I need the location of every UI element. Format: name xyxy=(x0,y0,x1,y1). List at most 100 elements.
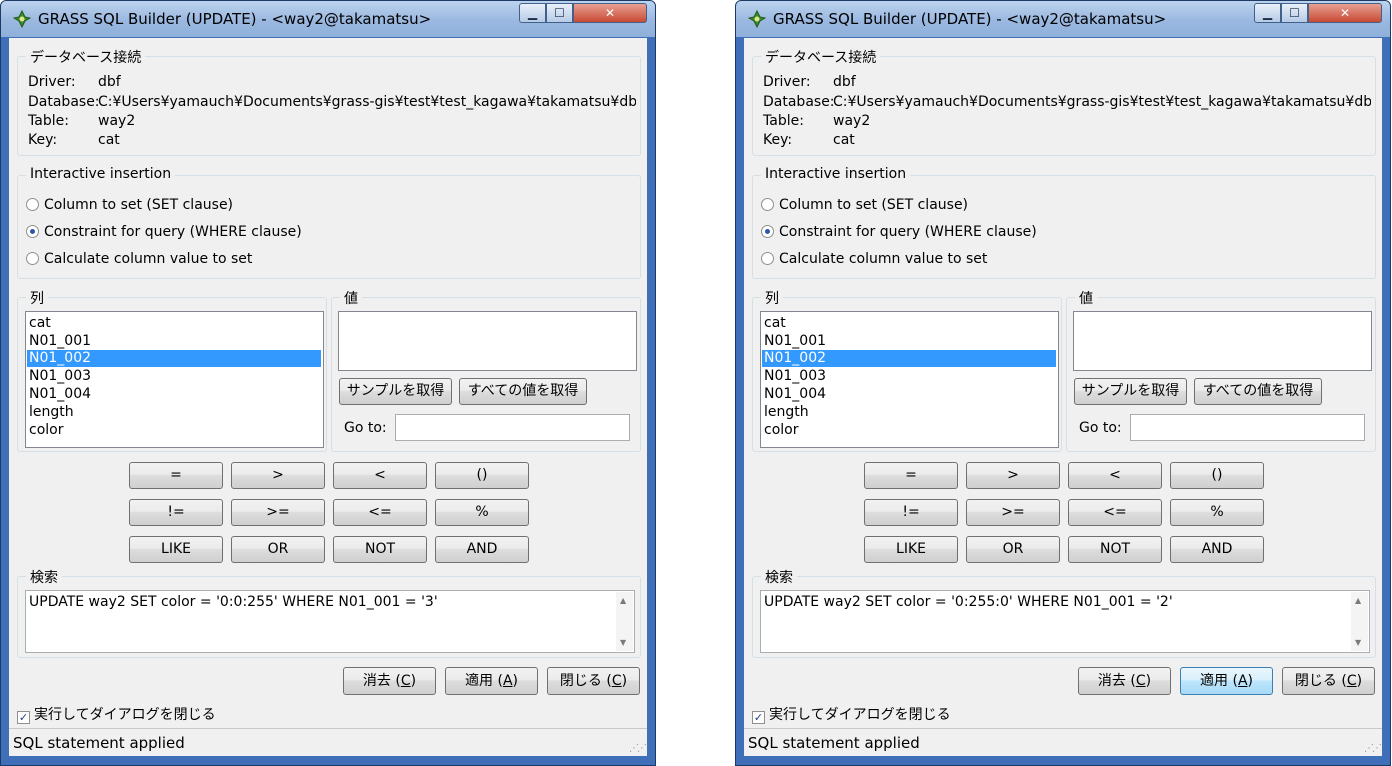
apply-button[interactable]: 適用 (A) xyxy=(1180,667,1273,695)
radio-calculate-value[interactable]: Calculate column value to set xyxy=(761,251,987,267)
op-less-equal-button[interactable]: <= xyxy=(1068,499,1162,526)
radio-where-clause[interactable]: Constraint for query (WHERE clause) xyxy=(761,224,1037,240)
list-item-selected[interactable]: N01_002 xyxy=(27,350,321,367)
radio-calculate-value[interactable]: Calculate column value to set xyxy=(26,251,252,267)
op-greater-equal-button[interactable]: >= xyxy=(966,499,1060,526)
op-or-button[interactable]: OR xyxy=(966,536,1060,563)
radio-button[interactable] xyxy=(26,198,39,211)
minimize-button[interactable]: ▁ xyxy=(1254,3,1281,23)
op-equal-button[interactable]: = xyxy=(864,462,958,489)
group-label: Interactive insertion xyxy=(761,166,911,182)
close-label: 閉じる ( xyxy=(1294,673,1347,689)
op-less-equal-button[interactable]: <= xyxy=(333,499,427,526)
list-item[interactable]: N01_001 xyxy=(764,333,1056,350)
radio-set-clause[interactable]: Column to set (SET clause) xyxy=(26,197,233,213)
values-listbox[interactable] xyxy=(338,311,637,371)
resize-grip-icon[interactable]: ⋰⋰ xyxy=(629,743,647,754)
list-item[interactable]: N01_003 xyxy=(764,368,1056,385)
list-item[interactable]: N01_004 xyxy=(29,386,321,403)
list-item[interactable]: cat xyxy=(29,315,321,332)
op-parens-button[interactable]: () xyxy=(435,462,529,489)
list-item[interactable]: N01_001 xyxy=(29,333,321,350)
op-less-button[interactable]: < xyxy=(333,462,427,489)
grass-leaf-icon xyxy=(13,10,31,28)
close-window-button[interactable]: ✕ xyxy=(573,3,647,23)
radio-set-clause[interactable]: Column to set (SET clause) xyxy=(761,197,968,213)
sql-scrollbar[interactable]: ▲ ▼ xyxy=(1351,592,1368,651)
checkbox-checked-icon[interactable]: ✓ xyxy=(752,711,765,724)
radio-button[interactable] xyxy=(761,252,774,265)
scroll-down-icon[interactable]: ▼ xyxy=(1355,638,1361,647)
clear-button[interactable]: 消去 (C) xyxy=(1078,667,1171,695)
radio-label: Constraint for query (WHERE clause) xyxy=(779,224,1037,240)
op-greater-button[interactable]: > xyxy=(966,462,1060,489)
close-button[interactable]: 閉じる (C) xyxy=(547,667,640,695)
scroll-down-icon[interactable]: ▼ xyxy=(620,638,626,647)
radio-button[interactable] xyxy=(761,225,774,238)
close-after-apply-checkbox[interactable]: ✓ 実行してダイアログを閉じる xyxy=(17,704,216,724)
resize-grip-icon[interactable]: ⋰⋰ xyxy=(1364,743,1382,754)
op-greater-equal-button[interactable]: >= xyxy=(231,499,325,526)
op-and-button[interactable]: AND xyxy=(435,536,529,563)
op-percent-button[interactable]: % xyxy=(1170,499,1264,526)
list-item[interactable]: N01_004 xyxy=(764,386,1056,403)
get-all-values-button[interactable]: すべての値を取得 xyxy=(1194,378,1322,405)
goto-input[interactable] xyxy=(1130,414,1365,441)
op-or-button[interactable]: OR xyxy=(231,536,325,563)
list-item[interactable]: cat xyxy=(764,315,1056,332)
database-value: C:¥Users¥yamauch¥Documents¥grass-gis¥tes… xyxy=(833,94,1371,110)
close-button[interactable]: 閉じる (C) xyxy=(1282,667,1375,695)
radio-button[interactable] xyxy=(26,225,39,238)
goto-input[interactable] xyxy=(395,414,630,441)
op-not-equal-button[interactable]: != xyxy=(129,499,223,526)
maximize-button[interactable]: ☐ xyxy=(1281,3,1308,23)
radio-button[interactable] xyxy=(761,198,774,211)
close-window-button[interactable]: ✕ xyxy=(1308,3,1382,23)
op-not-button[interactable]: NOT xyxy=(333,536,427,563)
op-less-button[interactable]: < xyxy=(1068,462,1162,489)
list-item[interactable]: color xyxy=(764,422,1056,439)
sql-textarea[interactable]: UPDATE way2 SET color = '0:255:0' WHERE … xyxy=(760,590,1370,653)
list-item[interactable]: length xyxy=(764,404,1056,421)
minimize-button[interactable]: ▁ xyxy=(519,3,546,23)
title-bar[interactable]: GRASS SQL Builder (UPDATE) - <way2@takam… xyxy=(1,1,655,37)
columns-listbox[interactable]: cat N01_001 N01_002 N01_003 N01_004 leng… xyxy=(25,311,324,448)
window-title: GRASS SQL Builder (UPDATE) - <way2@takam… xyxy=(773,10,1167,28)
apply-button[interactable]: 適用 (A) xyxy=(445,667,538,695)
op-parens-button[interactable]: () xyxy=(1170,462,1264,489)
op-not-button[interactable]: NOT xyxy=(1068,536,1162,563)
list-item[interactable]: N01_003 xyxy=(29,368,321,385)
title-bar[interactable]: GRASS SQL Builder (UPDATE) - <way2@takam… xyxy=(736,1,1390,37)
op-like-button[interactable]: LIKE xyxy=(864,536,958,563)
op-greater-button[interactable]: > xyxy=(231,462,325,489)
radio-where-clause[interactable]: Constraint for query (WHERE clause) xyxy=(26,224,302,240)
get-sample-button[interactable]: サンプルを取得 xyxy=(1074,378,1187,405)
group-label: 列 xyxy=(26,288,48,308)
op-equal-button[interactable]: = xyxy=(129,462,223,489)
op-percent-button[interactable]: % xyxy=(435,499,529,526)
get-all-values-button[interactable]: すべての値を取得 xyxy=(459,378,587,405)
list-item-selected[interactable]: N01_002 xyxy=(762,350,1056,367)
list-item[interactable]: length xyxy=(29,404,321,421)
clear-button[interactable]: 消去 (C) xyxy=(343,667,436,695)
values-group: 値 サンプルを取得 すべての値を取得 Go to: xyxy=(331,288,641,452)
columns-listbox[interactable]: cat N01_001 N01_002 N01_003 N01_004 leng… xyxy=(760,311,1059,448)
values-listbox[interactable] xyxy=(1073,311,1372,371)
maximize-button[interactable]: ☐ xyxy=(546,3,573,23)
scroll-up-icon[interactable]: ▲ xyxy=(1355,596,1361,605)
radio-button[interactable] xyxy=(26,252,39,265)
op-like-button[interactable]: LIKE xyxy=(129,536,223,563)
dialog-client-area: データベース接続 Driver: dbf Database: C:¥Users¥… xyxy=(744,38,1382,728)
list-item[interactable]: color xyxy=(29,422,321,439)
op-and-button[interactable]: AND xyxy=(1170,536,1264,563)
close-after-apply-checkbox[interactable]: ✓ 実行してダイアログを閉じる xyxy=(752,704,951,724)
close-label: 閉じる ( xyxy=(559,673,612,689)
checkbox-checked-icon[interactable]: ✓ xyxy=(17,711,30,724)
apply-label: 適用 ( xyxy=(1200,673,1238,689)
scroll-up-icon[interactable]: ▲ xyxy=(620,596,626,605)
get-sample-button[interactable]: サンプルを取得 xyxy=(339,378,452,405)
sql-scrollbar[interactable]: ▲ ▼ xyxy=(616,592,633,651)
op-not-equal-button[interactable]: != xyxy=(864,499,958,526)
sql-textarea[interactable]: UPDATE way2 SET color = '0:0:255' WHERE … xyxy=(25,590,635,653)
group-label: Interactive insertion xyxy=(26,166,176,182)
